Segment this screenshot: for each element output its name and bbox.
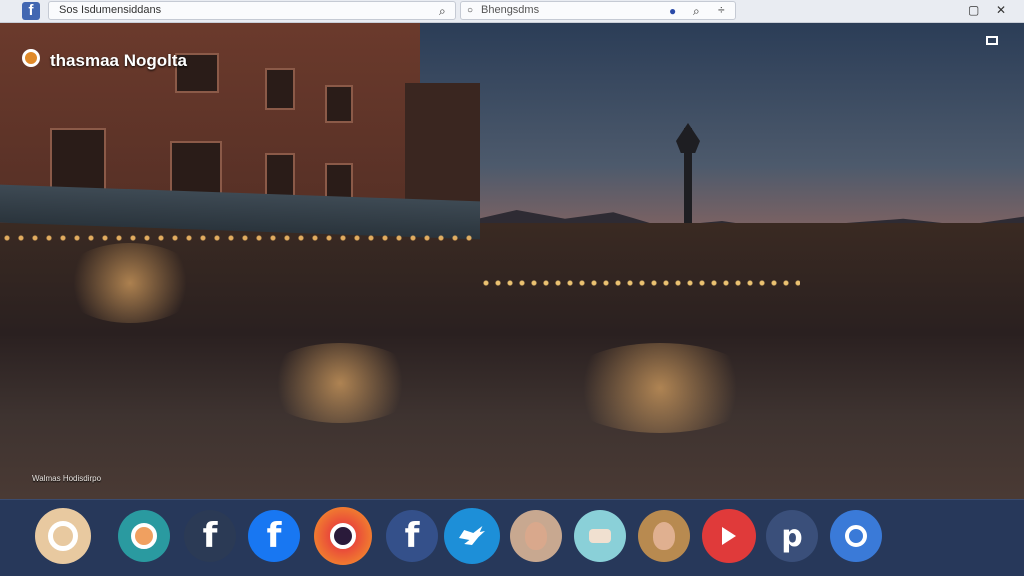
avatar (653, 522, 675, 550)
twitter-bird-icon (459, 526, 485, 545)
light-glow (560, 343, 760, 433)
search-icon-2[interactable]: ⌕ (693, 4, 700, 18)
photo-icon (589, 529, 611, 543)
expand-icon[interactable] (986, 36, 998, 45)
page-title: thasmaa Nogolta (50, 51, 187, 70)
account-icon[interactable]: ● (669, 4, 676, 18)
camera-icon (48, 521, 78, 551)
profile-1-button[interactable] (510, 510, 562, 562)
address-bar-text: Sos Isdumensiddans (59, 4, 162, 16)
app-dock: f f f p (0, 499, 1024, 576)
facebook-logo-icon[interactable]: f (22, 2, 40, 20)
channel-logo-icon (22, 49, 40, 67)
p-letter-icon: p (781, 518, 803, 554)
facebook-icon: f (266, 516, 282, 556)
teal-app-button[interactable] (118, 510, 170, 562)
facebook-icon: f (202, 516, 218, 556)
video-app-button[interactable] (702, 509, 756, 563)
close-icon[interactable]: ✕ (996, 3, 1006, 17)
search-icon[interactable]: ⌕ (439, 4, 446, 18)
photo-app-button[interactable] (574, 510, 626, 562)
circle-icon: ○ (467, 5, 474, 16)
avatar (525, 522, 547, 550)
camera-app-button[interactable] (35, 508, 91, 564)
window-icon[interactable]: ▢ (968, 3, 979, 17)
facebook-dark-button[interactable]: f (184, 510, 236, 562)
play-icon (722, 527, 736, 545)
window (325, 85, 353, 123)
circle-app-button[interactable] (830, 510, 882, 562)
location-icon (845, 525, 867, 547)
browser-toolbar: f Sos Isdumensiddans ⌕ ○ Bhengsdms ● ⌕ ÷… (0, 0, 1024, 23)
address-bar[interactable]: Sos Isdumensiddans ⌕ (48, 1, 456, 20)
search-field-text: Bhengsdms (481, 4, 540, 16)
image-caption: Walmas Hodisdirpo (32, 474, 102, 483)
light-glow (60, 243, 200, 323)
window (265, 68, 295, 110)
string-lights-2 (480, 278, 800, 288)
facebook-icon: f (404, 516, 420, 556)
hero-image: thasmaa Nogolta Walmas Hodisdirpo (0, 23, 1024, 499)
search-field[interactable]: ○ Bhengsdms ● ⌕ ÷ (460, 1, 736, 20)
instagram-button[interactable] (314, 507, 372, 565)
facebook-navy-button[interactable]: f (386, 510, 438, 562)
profile-2-button[interactable] (638, 510, 690, 562)
parrot-icon (131, 523, 157, 549)
p-app-button[interactable]: p (766, 510, 818, 562)
twitter-button[interactable] (444, 508, 500, 564)
divide-icon[interactable]: ÷ (718, 3, 725, 17)
string-lights (0, 233, 480, 243)
light-glow (260, 343, 420, 423)
facebook-blue-button[interactable]: f (248, 510, 300, 562)
instagram-icon (330, 523, 356, 549)
window (50, 128, 106, 192)
